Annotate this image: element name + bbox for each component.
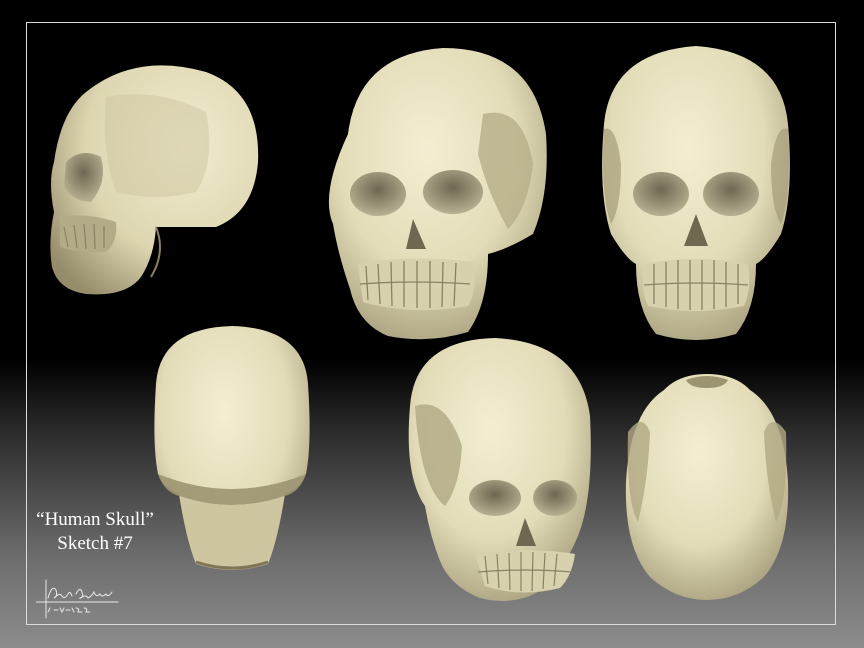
artwork-caption: “Human Skull” Sketch #7 xyxy=(24,508,166,556)
artwork-title: “Human Skull” xyxy=(36,509,154,530)
artist-signature xyxy=(35,578,126,620)
side-profile-view xyxy=(46,52,266,302)
front-view xyxy=(596,44,796,346)
artwork-subtitle: Sketch #7 xyxy=(57,533,133,554)
artwork-canvas: { "artwork": { "title_line": "“Human Sku… xyxy=(0,0,864,648)
three-quarter-front-view xyxy=(318,44,550,344)
top-view xyxy=(624,372,790,602)
back-view xyxy=(150,324,314,576)
three-quarter-low-view xyxy=(400,336,594,612)
